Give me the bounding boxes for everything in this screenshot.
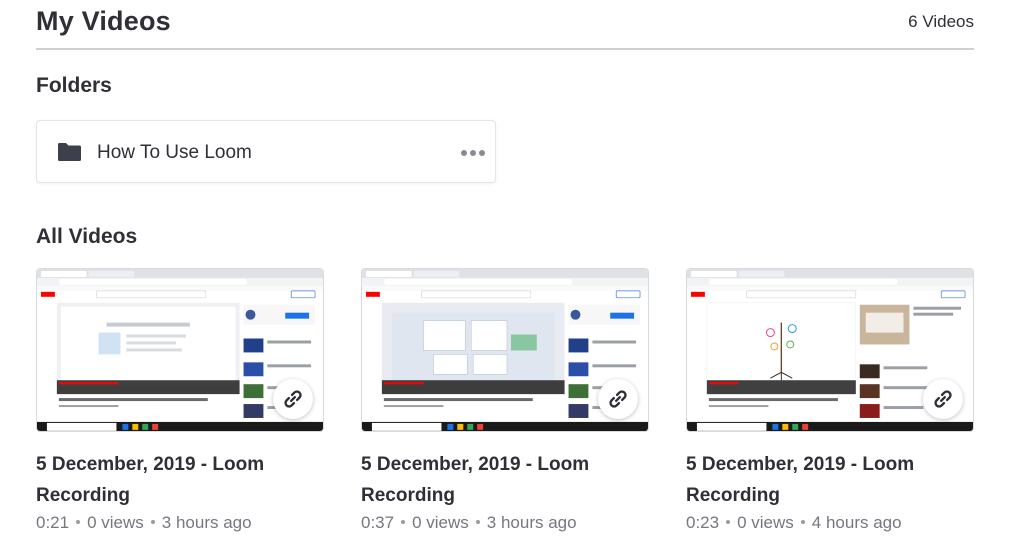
copy-link-button[interactable] xyxy=(273,379,313,419)
video-views: 0 views xyxy=(87,513,144,532)
video-age: 3 hours ago xyxy=(161,513,252,532)
all-videos-section-title: All Videos xyxy=(36,225,138,248)
video-title[interactable]: 5 December, 2019 - Loom Recording xyxy=(686,449,974,511)
video-card[interactable]: 5 December, 2019 - Loom Recording 0:37 0 … xyxy=(361,268,649,533)
folder-name[interactable]: How To Use Loom xyxy=(97,141,252,165)
video-title[interactable]: 5 December, 2019 - Loom Recording xyxy=(361,449,649,511)
video-age: 4 hours ago xyxy=(811,513,902,532)
video-views: 0 views xyxy=(737,513,794,532)
link-icon xyxy=(934,390,952,408)
folders-section-title: Folders xyxy=(36,74,112,97)
page-title: My Videos xyxy=(36,6,171,36)
copy-link-button[interactable] xyxy=(923,379,963,419)
video-thumbnail[interactable] xyxy=(361,268,649,432)
more-icon[interactable] xyxy=(461,149,485,157)
video-card[interactable]: 5 December, 2019 - Loom Recording 0:21 0 … xyxy=(36,268,324,533)
copy-link-button[interactable] xyxy=(598,379,638,419)
video-duration: 0:37 xyxy=(361,513,395,532)
page-header: My Videos 6 Videos xyxy=(36,4,974,50)
link-icon xyxy=(284,390,302,408)
video-thumbnail[interactable] xyxy=(686,268,974,432)
folder-icon xyxy=(58,143,81,161)
video-count: 6 Videos xyxy=(908,12,974,31)
video-meta: 0:37 0 views 3 hours ago xyxy=(361,513,649,533)
video-title[interactable]: 5 December, 2019 - Loom Recording xyxy=(36,449,324,511)
video-duration: 0:23 xyxy=(686,513,720,532)
video-thumbnail[interactable] xyxy=(36,268,324,432)
video-age: 3 hours ago xyxy=(486,513,577,532)
video-meta: 0:21 0 views 3 hours ago xyxy=(36,513,324,533)
link-icon xyxy=(609,390,627,408)
video-card[interactable]: 5 December, 2019 - Loom Recording 0:23 0 … xyxy=(686,268,974,533)
video-views: 0 views xyxy=(412,513,469,532)
video-duration: 0:21 xyxy=(36,513,70,532)
video-meta: 0:23 0 views 4 hours ago xyxy=(686,513,974,533)
folder-card[interactable]: How To Use Loom xyxy=(36,120,496,183)
